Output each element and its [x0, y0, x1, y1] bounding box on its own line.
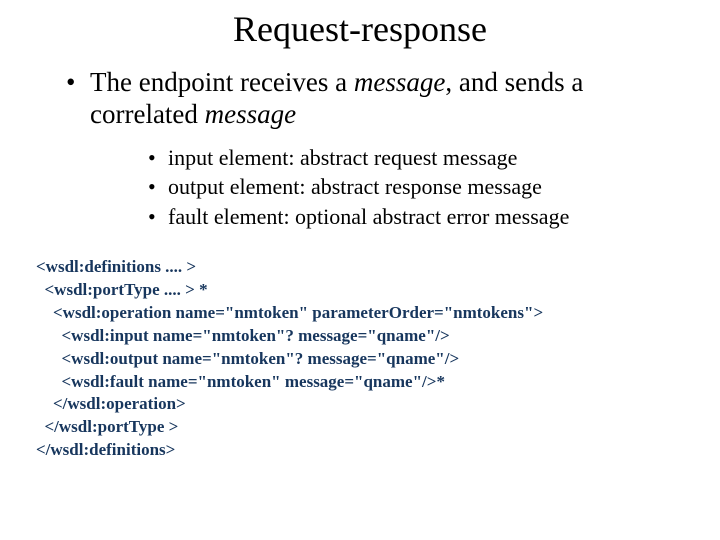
- slide-title: Request-response: [30, 8, 690, 50]
- sub-bullet-text: output element: abstract response messag…: [168, 174, 542, 199]
- sub-bullet: •fault element: optional abstract error …: [148, 202, 690, 232]
- sub-bullet-text: input element: abstract request message: [168, 145, 517, 170]
- main-bullet-italic-1: message: [354, 67, 445, 97]
- bullet-icon: •: [148, 172, 168, 202]
- bullet-icon: •: [148, 143, 168, 173]
- sub-bullet-text: fault element: optional abstract error m…: [168, 204, 569, 229]
- bullet-icon: •: [66, 66, 90, 98]
- code-block: <wsdl:definitions .... > <wsdl:portType …: [36, 256, 690, 462]
- sub-bullet: •output element: abstract response messa…: [148, 172, 690, 202]
- bullet-icon: •: [148, 202, 168, 232]
- sub-bullet: •input element: abstract request message: [148, 143, 690, 173]
- sub-bullet-list: •input element: abstract request message…: [30, 143, 690, 232]
- main-bullet-italic-2: message: [205, 99, 296, 129]
- main-bullet-text-1: The endpoint receives a: [90, 67, 354, 97]
- main-bullet: •The endpoint receives a message, and se…: [30, 66, 690, 131]
